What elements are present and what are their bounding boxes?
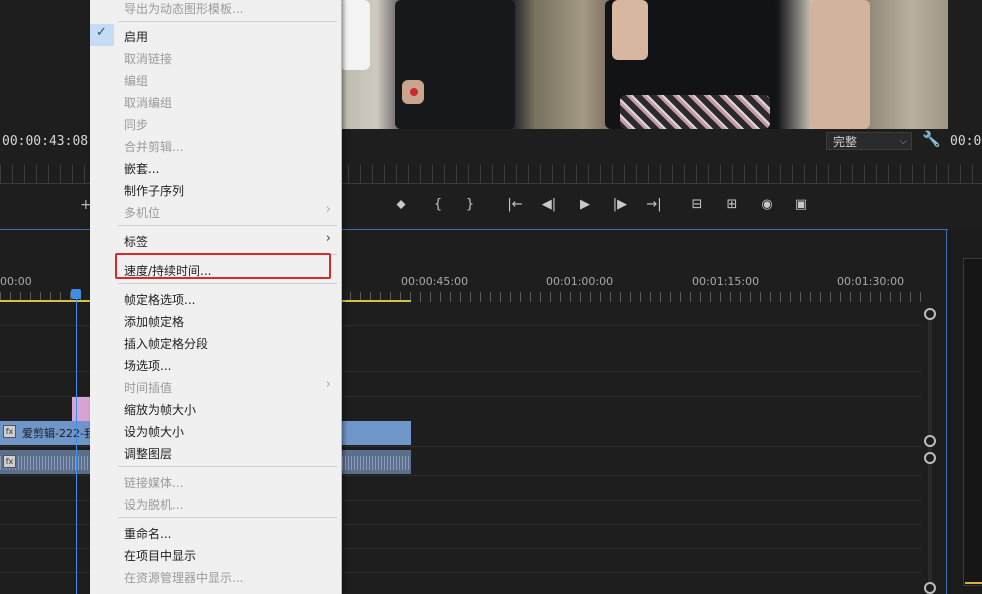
menu-item-nest[interactable]: 嵌套...	[124, 160, 159, 177]
go-to-in-icon[interactable]: |←	[504, 197, 526, 212]
scrollbar-handle[interactable]	[924, 582, 936, 594]
menu-item-frame-hold-options[interactable]: 帧定格选项...	[124, 291, 195, 308]
play-icon[interactable]: ▶	[574, 197, 596, 212]
go-to-out-icon[interactable]: →|	[643, 197, 665, 212]
ruler-label: 00:01:30:00	[837, 275, 905, 288]
resolution-value: 完整	[833, 135, 858, 149]
program-monitor-video	[340, 0, 948, 129]
audio-meter-level	[965, 582, 982, 584]
audio-meter	[963, 258, 982, 586]
video-floral-pattern	[620, 95, 770, 129]
menu-separator	[118, 517, 337, 518]
menu-item-label[interactable]: 标签	[124, 233, 148, 250]
chevron-down-icon: ⌵	[899, 136, 907, 147]
submenu-arrow-icon: ›	[325, 377, 331, 392]
menu-separator	[118, 283, 337, 284]
menu-item-add-frame-hold[interactable]: 添加帧定格	[124, 313, 184, 330]
menu-item-field-options[interactable]: 场选项...	[124, 357, 171, 374]
checkmark-icon: ✓	[96, 25, 107, 40]
extract-icon[interactable]: ⊞	[721, 197, 743, 212]
ruler-label: 00:01:00:00	[546, 275, 614, 288]
menu-item-reveal-in-project[interactable]: 在项目中显示	[124, 547, 196, 564]
video-figure-black-shirt	[395, 0, 515, 129]
export-frame-icon[interactable]: ◉	[756, 197, 778, 212]
menu-item-scale-to-frame-size[interactable]: 缩放为帧大小	[124, 401, 196, 418]
menu-item-export-mogrt: 导出为动态图形模板...	[124, 2, 244, 16]
mark-out-icon[interactable]: }	[459, 197, 481, 212]
scrollbar-handle[interactable]	[924, 452, 936, 464]
menu-item-group: 编组	[124, 74, 149, 88]
timeline-panel-border-right	[946, 229, 947, 594]
video-arm-left	[612, 0, 648, 60]
menu-item-adjustment-layer[interactable]: 调整图层	[124, 445, 172, 462]
video-arm-right	[810, 0, 870, 129]
menu-item-reveal-in-explorer: 在资源管理器中显示...	[124, 571, 244, 585]
menu-item-enable[interactable]: 启用	[124, 28, 148, 45]
menu-item-unlink: 取消链接	[124, 52, 173, 66]
menu-separator	[118, 21, 337, 22]
video-clip-label: 爱剪辑-222-我	[22, 427, 95, 440]
menu-item-insert-frame-hold-segment[interactable]: 插入帧定格分段	[124, 335, 208, 352]
video-figure-white-shirt	[340, 0, 370, 70]
menu-item-set-to-frame-size[interactable]: 设为帧大小	[124, 423, 184, 440]
menu-item-make-subsequence[interactable]: 制作子序列	[124, 182, 184, 199]
menu-item-make-offline: 设为脱机...	[124, 498, 184, 512]
ruler-label: 00:01:15:00	[692, 275, 760, 288]
comparison-view-icon[interactable]: ▣	[790, 197, 812, 212]
menu-item-multi-camera: 多机位	[124, 206, 161, 220]
menu-separator	[118, 225, 337, 226]
fx-badge-icon: fx	[3, 455, 16, 468]
ruler-label: 00:00	[0, 275, 32, 288]
submenu-arrow-icon: ›	[325, 231, 331, 246]
add-marker-icon[interactable]: ⬥	[390, 197, 412, 212]
wrench-icon[interactable]: 🔧	[922, 130, 941, 148]
menu-item-rename[interactable]: 重命名...	[124, 525, 171, 542]
menu-item-speed-duration[interactable]: 速度/持续时间...	[124, 262, 212, 279]
video-red-object	[410, 88, 418, 96]
playhead-handle[interactable]	[71, 289, 81, 299]
submenu-arrow-icon: ›	[325, 202, 331, 217]
step-forward-icon[interactable]: |▶	[609, 197, 631, 212]
menu-item-synchronize: 同步	[124, 118, 149, 132]
clip-context-menu: ✓ 导出为动态图形模板... 启用 取消链接 编组 取消编组 同步 合并剪辑..…	[90, 0, 342, 594]
lift-icon[interactable]: ⊟	[686, 197, 708, 212]
menu-item-link-media: 链接媒体...	[124, 476, 184, 490]
scrollbar-handle[interactable]	[924, 308, 936, 320]
playhead-line	[76, 299, 77, 594]
menu-separator	[118, 466, 337, 467]
menu-item-time-interpolation: 时间插值	[124, 381, 173, 395]
playhead-timecode[interactable]: 00:00:43:08	[2, 134, 88, 149]
fx-badge-icon: fx	[3, 425, 16, 438]
mark-in-icon[interactable]: {	[427, 197, 449, 212]
step-back-icon[interactable]: ◀|	[538, 197, 560, 212]
ruler-label: 00:00:45:00	[401, 275, 469, 288]
playback-resolution-select[interactable]: 完整 ⌵	[826, 132, 912, 150]
duration-timecode: 00:0	[950, 134, 982, 149]
menu-item-ungroup: 取消编组	[124, 96, 173, 110]
scrollbar-handle[interactable]	[924, 435, 936, 447]
graphic-clip[interactable]	[72, 397, 90, 421]
menu-item-merge-clips: 合并剪辑...	[124, 140, 184, 154]
